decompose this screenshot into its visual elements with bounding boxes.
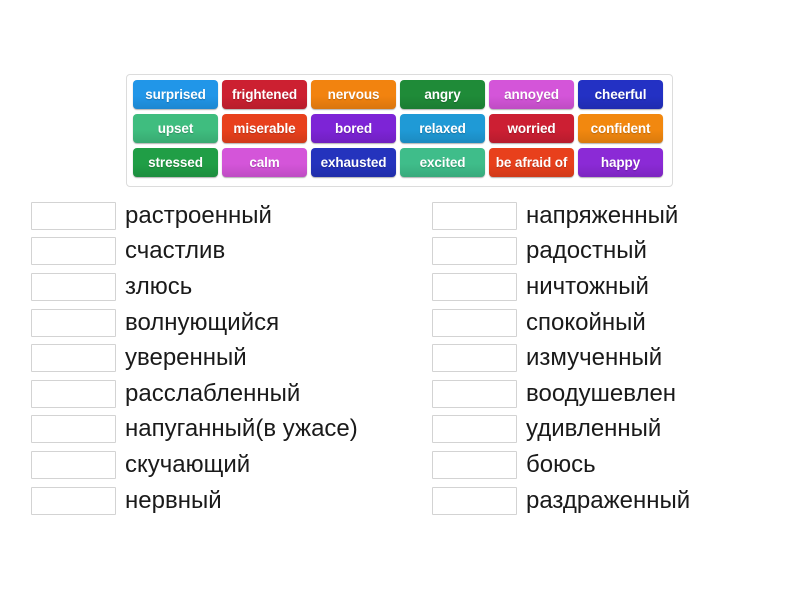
answer-row: уверенный [0,340,400,376]
answer-row: радостный [400,234,800,270]
word-tile[interactable]: nervous [311,80,396,109]
answer-label: уверенный [125,344,247,372]
answer-label: боюсь [526,450,596,478]
drop-slot[interactable] [31,272,116,301]
word-tile[interactable]: miserable [222,114,307,143]
word-tile[interactable]: exhausted [311,148,396,177]
drop-slot[interactable] [31,486,116,515]
answer-label: удивленный [526,415,662,443]
answer-label: спокойный [526,308,646,336]
answer-row: ничтожный [400,269,800,305]
drop-slot[interactable] [432,415,517,444]
drop-slot[interactable] [432,201,517,230]
answer-row: спокойный [400,305,800,341]
answer-label: скучающий [125,450,251,478]
drop-slot[interactable] [31,344,116,373]
answer-label: нервный [125,486,222,514]
word-tile[interactable]: cheerful [578,80,663,109]
word-bank-row: upset miserable bored relaxed worried confide… [131,114,668,148]
answer-row: удивленный [400,412,800,448]
drop-slot[interactable] [432,379,517,408]
drop-slot[interactable] [432,486,517,515]
answer-column-left: растроенный счастлив злюсь волнующийся увере… [0,198,400,518]
drop-slot[interactable] [432,344,517,373]
answer-label: счастлив [125,237,226,265]
drop-slot[interactable] [31,450,116,479]
drop-slot[interactable] [432,450,517,479]
word-tile[interactable]: worried [489,114,574,143]
answer-label: радостный [526,237,647,265]
answer-label: воодушевлен [526,379,677,407]
answer-label: ничтожный [526,272,649,300]
drop-slot[interactable] [31,379,116,408]
drop-slot[interactable] [31,415,116,444]
drop-slot[interactable] [432,272,517,301]
answer-row: напуганный(в ужасе) [0,412,400,448]
word-tile[interactable]: excited [400,148,485,177]
drop-slot[interactable] [31,201,116,230]
word-tile[interactable]: angry [400,80,485,109]
word-bank: surprised frightened nervous angry annoyed ch… [126,74,673,187]
drop-slot[interactable] [432,308,517,337]
answer-row: боюсь [400,447,800,483]
answer-label: расслабленный [125,379,301,407]
answer-label: растроенный [125,201,272,229]
drop-slot[interactable] [432,237,517,266]
answer-row: растроенный [0,198,400,234]
word-tile[interactable]: confident [578,114,663,143]
answer-label: раздраженный [526,486,691,514]
answer-area: растроенный счастлив злюсь волнующийся увере… [0,198,800,518]
answer-label: волнующийся [125,308,280,336]
answer-row: расслабленный [0,376,400,412]
word-tile[interactable]: annoyed [489,80,574,109]
answer-row: скучающий [0,447,400,483]
drop-slot[interactable] [31,237,116,266]
answer-row: раздраженный [400,483,800,519]
drop-slot[interactable] [31,308,116,337]
answer-row: напряженный [400,198,800,234]
answer-row: злюсь [0,269,400,305]
word-tile[interactable]: frightened [222,80,307,109]
answer-label: измученный [526,344,663,372]
word-tile[interactable]: happy [578,148,663,177]
answer-label: злюсь [125,272,193,300]
word-tile[interactable]: be afraid of [489,148,574,177]
word-bank-row: stressed calm exhausted excited be afraid of… [131,148,668,182]
answer-row: счастлив [0,234,400,270]
answer-row: измученный [400,340,800,376]
answer-label: напуганный(в ужасе) [125,415,358,443]
word-tile[interactable]: upset [133,114,218,143]
answer-column-right: напряженный радостный ничтожный спокойный из… [400,198,800,518]
word-tile[interactable]: surprised [133,80,218,109]
answer-label: напряженный [526,201,679,229]
word-tile[interactable]: bored [311,114,396,143]
answer-columns: растроенный счастлив злюсь волнующийся увере… [0,198,800,518]
answer-row: воодушевлен [400,376,800,412]
word-bank-row: surprised frightened nervous angry annoyed ch… [131,80,668,114]
word-tile[interactable]: stressed [133,148,218,177]
answer-row: волнующийся [0,305,400,341]
word-tile[interactable]: relaxed [400,114,485,143]
word-tile[interactable]: calm [222,148,307,177]
answer-row: нервный [0,483,400,519]
